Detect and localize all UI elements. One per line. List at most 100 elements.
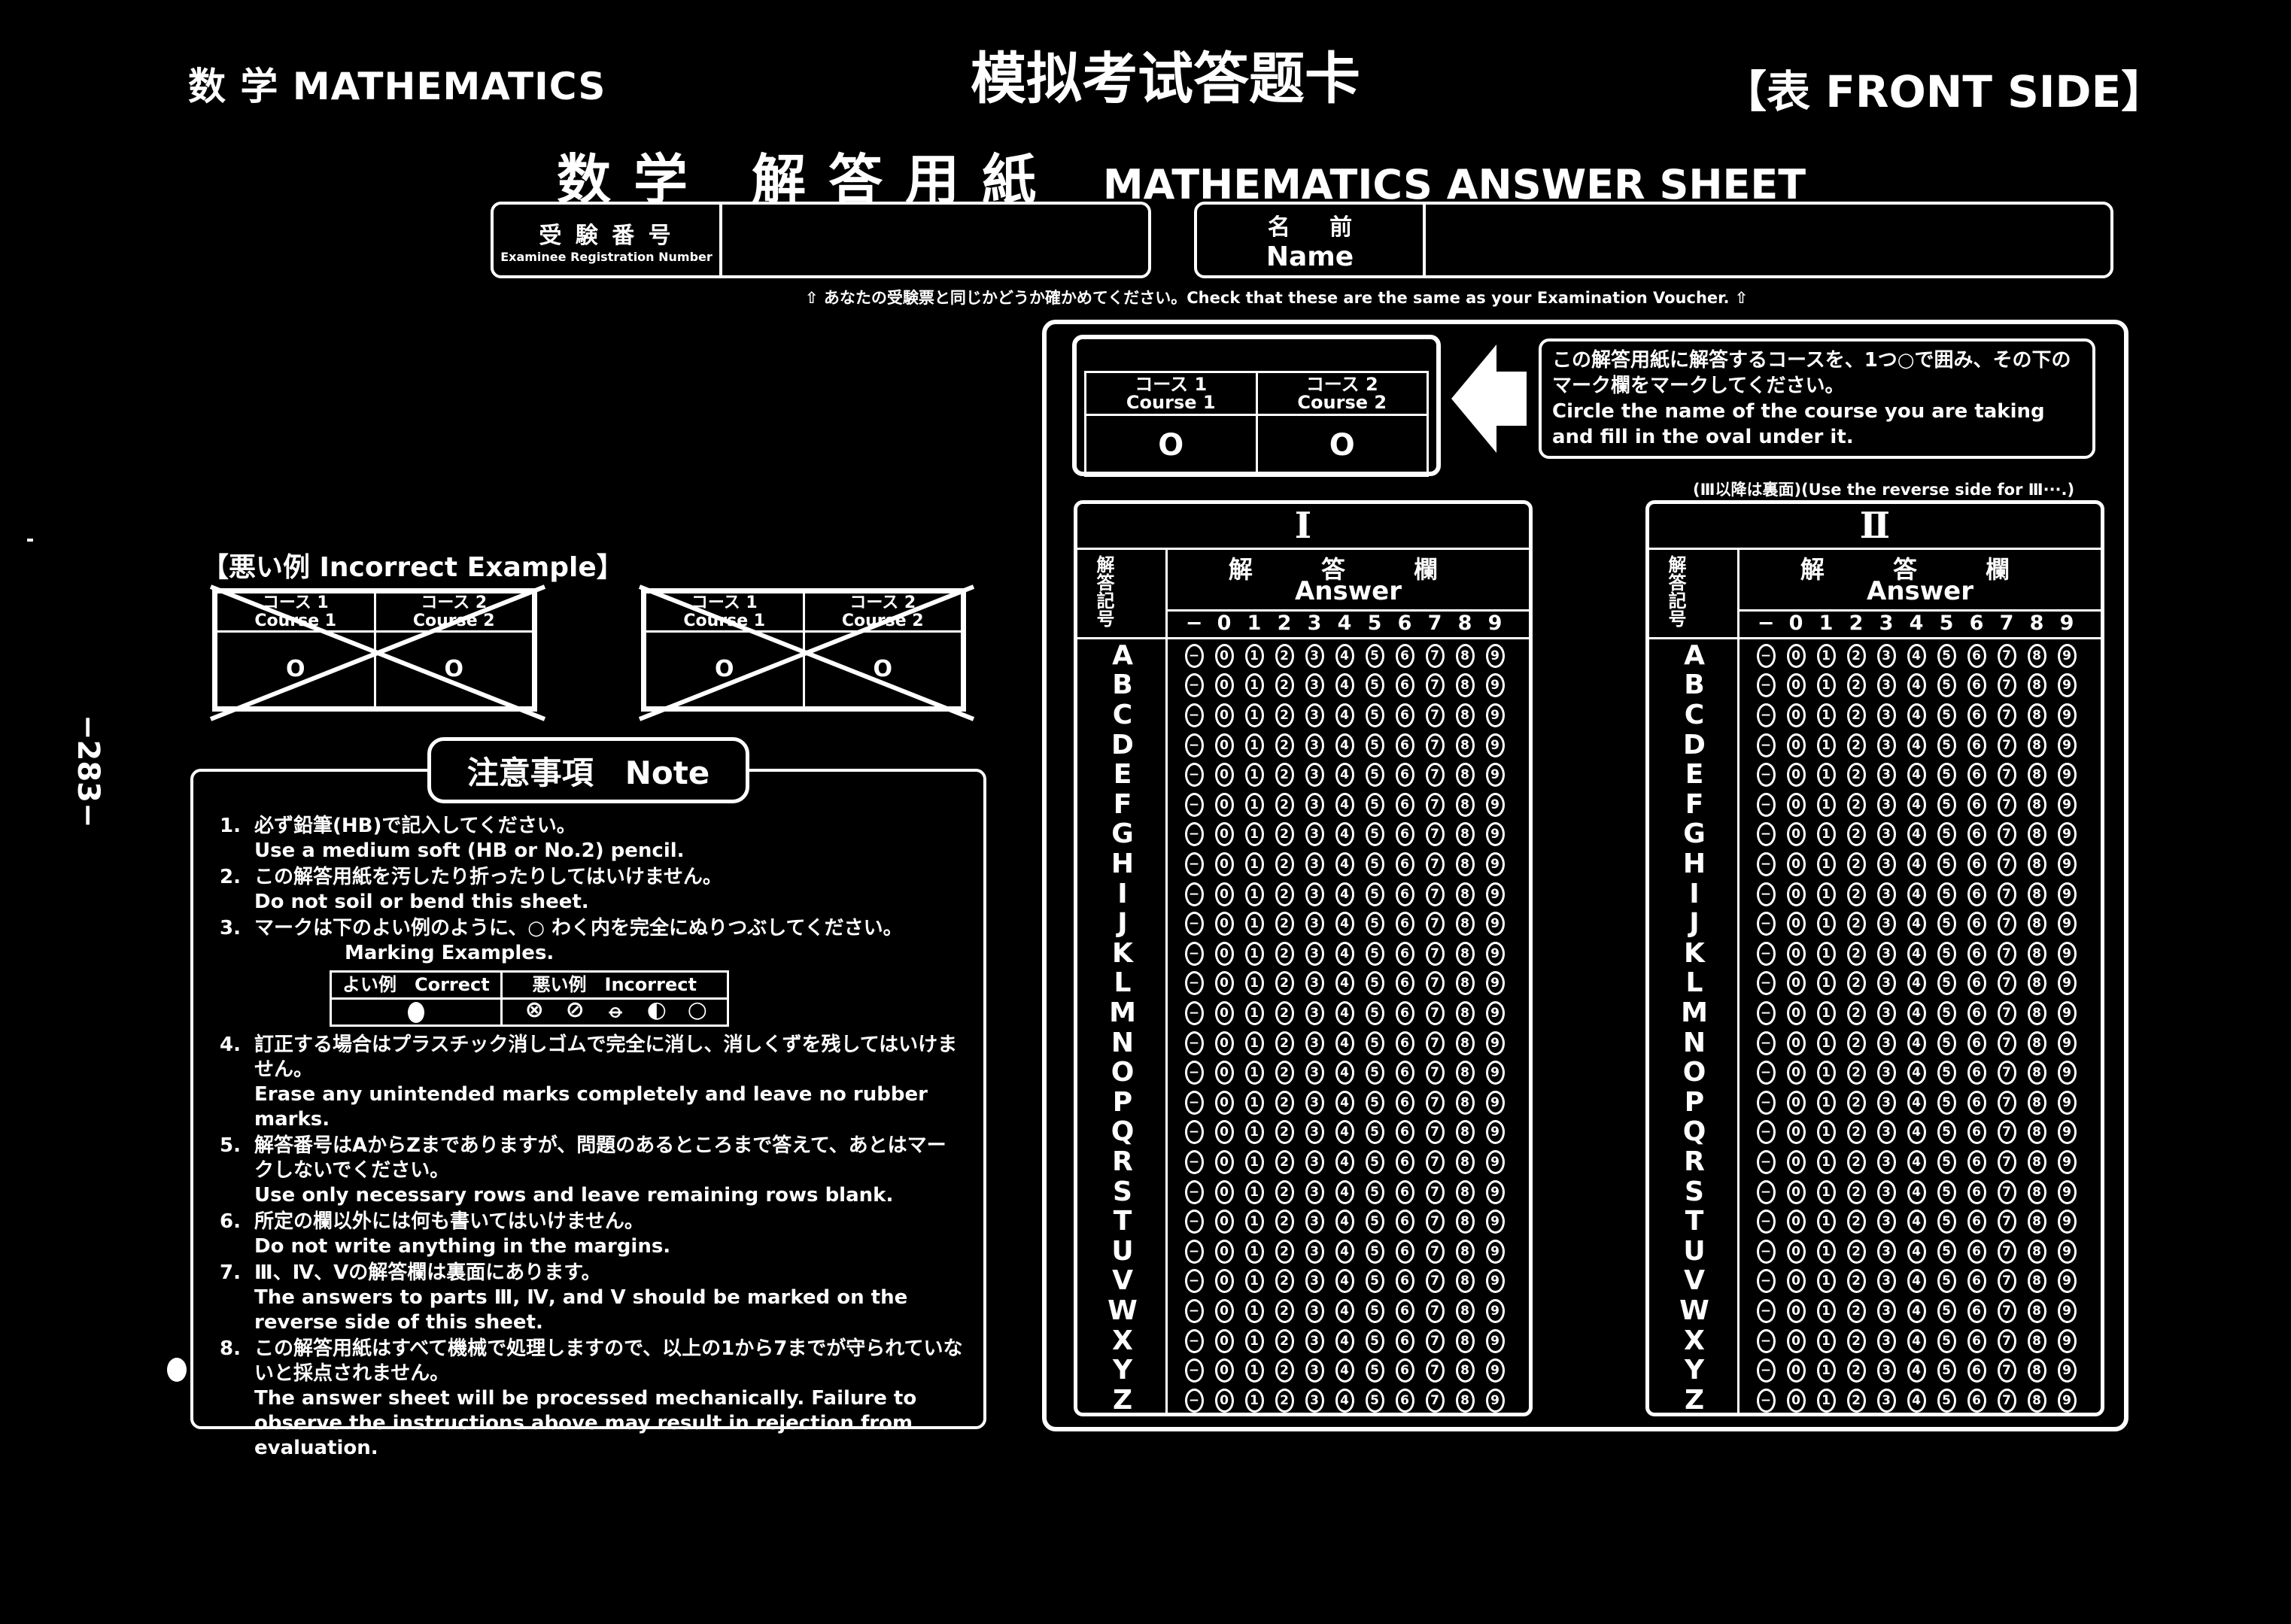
answer-bubble[interactable]: 6 xyxy=(1395,1179,1414,1204)
answer-bubble[interactable]: 4 xyxy=(1335,1239,1354,1264)
answer-bubble[interactable]: 2 xyxy=(1275,792,1294,817)
answer-bubble[interactable]: 4 xyxy=(1907,1031,1926,1055)
answer-bubble[interactable]: 4 xyxy=(1335,941,1354,966)
answer-bubble[interactable]: 7 xyxy=(1425,1000,1445,1025)
answer-bubble[interactable]: 9 xyxy=(2057,851,2077,876)
answer-bubble[interactable]: 2 xyxy=(1846,941,1866,966)
answer-bubble[interactable]: 2 xyxy=(1275,1000,1294,1025)
answer-bubble[interactable]: 4 xyxy=(1907,1298,1926,1323)
answer-bubble[interactable]: 0 xyxy=(1214,851,1234,876)
answer-bubble[interactable]: 3 xyxy=(1876,1269,1896,1294)
answer-bubble[interactable]: 3 xyxy=(1876,1388,1896,1413)
answer-bubble[interactable]: 3 xyxy=(1305,851,1324,876)
answer-bubble[interactable]: − xyxy=(1756,1388,1776,1413)
answer-bubble[interactable]: 8 xyxy=(2027,643,2046,668)
answer-bubble[interactable]: 2 xyxy=(1275,1388,1294,1413)
answer-bubble[interactable]: − xyxy=(1756,971,1776,996)
answer-bubble[interactable]: 0 xyxy=(1214,1388,1234,1413)
answer-bubble[interactable]: 6 xyxy=(1395,1210,1414,1234)
answer-bubble[interactable]: 5 xyxy=(1365,1358,1384,1383)
answer-bubble[interactable]: 2 xyxy=(1846,1179,1866,1204)
course2-oval[interactable]: O xyxy=(1255,414,1429,477)
answer-bubble[interactable]: 4 xyxy=(1335,1031,1354,1055)
answer-bubble[interactable]: 7 xyxy=(1997,1269,2016,1294)
answer-bubble[interactable]: − xyxy=(1756,703,1776,727)
answer-bubble[interactable]: − xyxy=(1756,1000,1776,1025)
answer-bubble[interactable]: 2 xyxy=(1846,822,1866,847)
answer-bubble[interactable]: 3 xyxy=(1305,1120,1324,1145)
answer-bubble[interactable]: 5 xyxy=(1937,1269,1956,1294)
answer-bubble[interactable]: 8 xyxy=(2027,792,2046,817)
answer-bubble[interactable]: 4 xyxy=(1907,703,1926,727)
answer-bubble[interactable]: 9 xyxy=(1485,1388,1505,1413)
answer-bubble[interactable]: − xyxy=(1184,941,1204,966)
answer-bubble[interactable]: 7 xyxy=(1425,1120,1445,1145)
answer-bubble[interactable]: 5 xyxy=(1365,673,1384,698)
answer-bubble[interactable]: 6 xyxy=(1967,703,1986,727)
answer-bubble[interactable]: 5 xyxy=(1937,971,1956,996)
answer-bubble[interactable]: 8 xyxy=(1455,1031,1475,1055)
answer-bubble[interactable]: 5 xyxy=(1937,912,1956,936)
answer-bubble[interactable]: 6 xyxy=(1967,792,1986,817)
answer-bubble[interactable]: 1 xyxy=(1244,1120,1264,1145)
answer-bubble[interactable]: 6 xyxy=(1967,1090,1986,1115)
answer-bubble[interactable]: 1 xyxy=(1244,941,1264,966)
answer-bubble[interactable]: 2 xyxy=(1275,1358,1294,1383)
answer-bubble[interactable]: 5 xyxy=(1937,673,1956,698)
answer-bubble[interactable]: 0 xyxy=(1786,851,1806,876)
answer-bubble[interactable]: 4 xyxy=(1335,1269,1354,1294)
answer-bubble[interactable]: 6 xyxy=(1967,822,1986,847)
answer-bubble[interactable]: 5 xyxy=(1937,1090,1956,1115)
answer-bubble[interactable]: 6 xyxy=(1967,941,1986,966)
answer-bubble[interactable]: 3 xyxy=(1305,1061,1324,1085)
answer-bubble[interactable]: 2 xyxy=(1275,941,1294,966)
answer-bubble[interactable]: 3 xyxy=(1305,1298,1324,1323)
answer-bubble[interactable]: − xyxy=(1184,971,1204,996)
answer-bubble[interactable]: − xyxy=(1184,912,1204,936)
answer-bubble[interactable]: 3 xyxy=(1305,1328,1324,1353)
answer-bubble[interactable]: 6 xyxy=(1395,1358,1414,1383)
answer-bubble[interactable]: 1 xyxy=(1244,851,1264,876)
answer-bubble[interactable]: 0 xyxy=(1214,673,1234,698)
answer-bubble[interactable]: 1 xyxy=(1244,1090,1264,1115)
answer-bubble[interactable]: 5 xyxy=(1365,912,1384,936)
answer-bubble[interactable]: 0 xyxy=(1214,822,1234,847)
answer-bubble[interactable]: 2 xyxy=(1846,1328,1866,1353)
answer-bubble[interactable]: 4 xyxy=(1907,1239,1926,1264)
answer-bubble[interactable]: 2 xyxy=(1275,822,1294,847)
answer-bubble[interactable]: − xyxy=(1756,1298,1776,1323)
answer-bubble[interactable]: 7 xyxy=(1997,1298,2016,1323)
answer-bubble[interactable]: − xyxy=(1184,643,1204,668)
answer-bubble[interactable]: 9 xyxy=(1485,1210,1505,1234)
answer-bubble[interactable]: 0 xyxy=(1214,1120,1234,1145)
answer-bubble[interactable]: 4 xyxy=(1335,733,1354,757)
answer-bubble[interactable]: 3 xyxy=(1305,763,1324,788)
answer-bubble[interactable]: 9 xyxy=(2057,1031,2077,1055)
answer-bubble[interactable]: 9 xyxy=(1485,792,1505,817)
answer-bubble[interactable]: 6 xyxy=(1967,1031,1986,1055)
answer-bubble[interactable]: 9 xyxy=(1485,733,1505,757)
answer-bubble[interactable]: 2 xyxy=(1275,733,1294,757)
answer-bubble[interactable]: − xyxy=(1756,1269,1776,1294)
answer-bubble[interactable]: 2 xyxy=(1846,1388,1866,1413)
answer-bubble[interactable]: 8 xyxy=(2027,703,2046,727)
answer-bubble[interactable]: 5 xyxy=(1937,703,1956,727)
answer-bubble[interactable]: 5 xyxy=(1365,643,1384,668)
answer-bubble[interactable]: 1 xyxy=(1816,763,1836,788)
answer-bubble[interactable]: 9 xyxy=(1485,1269,1505,1294)
answer-bubble[interactable]: 7 xyxy=(1997,792,2016,817)
answer-bubble[interactable]: 3 xyxy=(1305,1149,1324,1174)
answer-bubble[interactable]: 2 xyxy=(1846,733,1866,757)
answer-bubble[interactable]: 1 xyxy=(1244,1000,1264,1025)
answer-bubble[interactable]: 1 xyxy=(1244,1239,1264,1264)
answer-bubble[interactable]: 7 xyxy=(1425,1328,1445,1353)
answer-bubble[interactable]: 2 xyxy=(1846,1061,1866,1085)
answer-bubble[interactable]: 5 xyxy=(1937,763,1956,788)
answer-bubble[interactable]: 9 xyxy=(2057,1269,2077,1294)
answer-bubble[interactable]: 1 xyxy=(1816,673,1836,698)
answer-bubble[interactable]: − xyxy=(1184,733,1204,757)
answer-bubble[interactable]: 8 xyxy=(2027,1269,2046,1294)
answer-bubble[interactable]: 0 xyxy=(1786,1328,1806,1353)
answer-bubble[interactable]: 3 xyxy=(1305,1388,1324,1413)
answer-bubble[interactable]: 7 xyxy=(1997,703,2016,727)
